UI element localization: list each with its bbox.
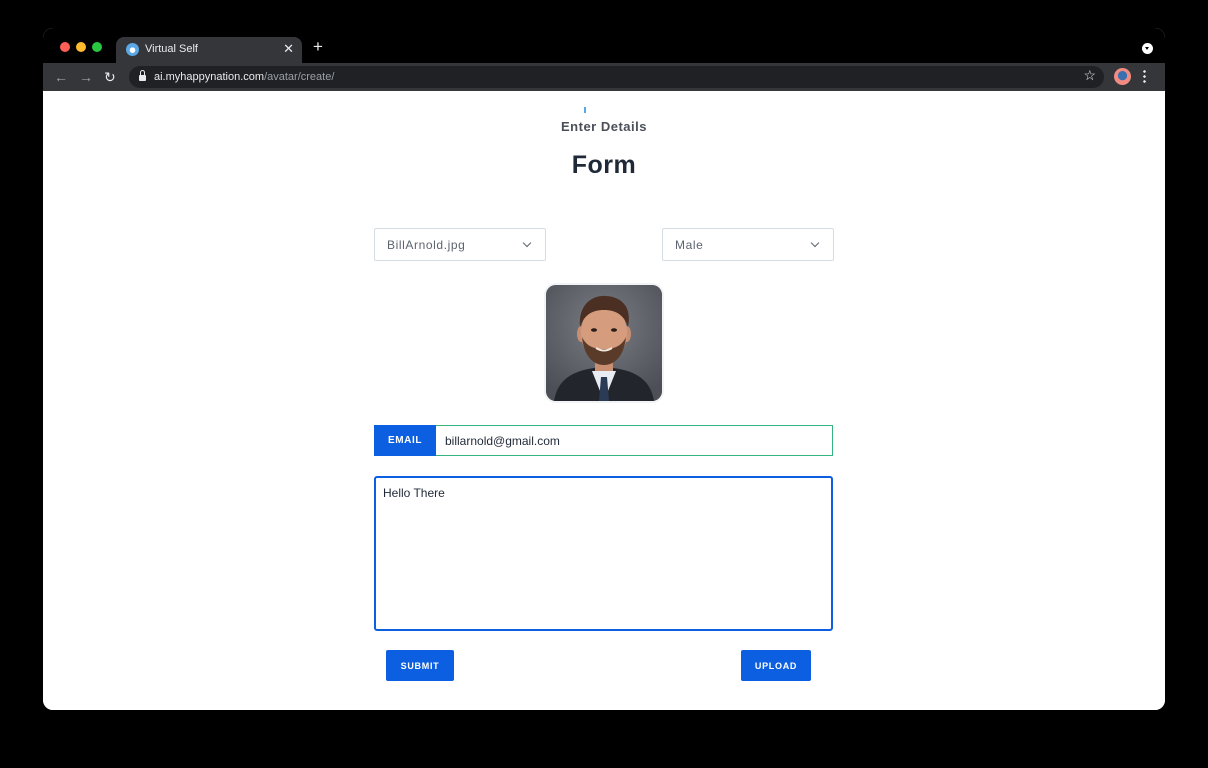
browser-tab[interactable]: Virtual Self ✕ (116, 37, 302, 63)
chevron-down-icon (810, 238, 820, 248)
profile-avatar-icon[interactable] (1114, 68, 1131, 85)
url-text[interactable]: ai.myhappynation.com/avatar/create/ (154, 71, 334, 83)
image-file-select[interactable]: BillArnold.jpg (374, 228, 546, 261)
browser-window: Virtual Self ✕ + ← → ↻ ai.myhappynation.… (43, 28, 1165, 710)
chevron-down-icon (522, 238, 532, 248)
tab-bar: Virtual Self ✕ + (43, 28, 1165, 63)
gender-select[interactable]: Male (662, 228, 834, 261)
maximize-window-button[interactable] (92, 42, 102, 52)
minimize-window-button[interactable] (76, 42, 86, 52)
upload-button[interactable]: UPLOAD (741, 650, 811, 681)
globe-favicon-icon (126, 43, 139, 56)
new-tab-icon[interactable]: + (313, 38, 323, 56)
tab-search-icon[interactable] (1142, 43, 1153, 54)
reload-icon[interactable]: ↻ (104, 68, 116, 86)
close-tab-icon[interactable]: ✕ (283, 41, 294, 57)
avatar-preview (546, 285, 662, 401)
email-field-group: EMAIL (374, 425, 833, 456)
kebab-menu-icon[interactable] (1143, 69, 1146, 83)
back-arrow-icon[interactable]: ← (54, 68, 68, 86)
forward-arrow-icon[interactable]: → (79, 68, 93, 86)
lock-icon[interactable] (139, 70, 146, 81)
url-path: /avatar/create/ (264, 71, 335, 83)
message-textarea[interactable]: Hello There (374, 476, 833, 631)
bookmark-star-icon[interactable]: ☆ (1083, 67, 1096, 84)
image-file-select-value: BillArnold.jpg (387, 238, 466, 252)
url-host: ai.myhappynation.com (154, 71, 265, 83)
page-title: Form (571, 151, 637, 179)
user-portrait-icon (546, 285, 662, 401)
step-indicator (584, 107, 586, 113)
email-label: EMAIL (374, 425, 436, 456)
tab-title: Virtual Self (145, 43, 198, 55)
page-content: Enter Details Form BillArnold.jpg Male E… (43, 91, 1165, 710)
step-label: Enter Details (561, 119, 647, 134)
submit-button[interactable]: SUBMIT (386, 650, 454, 681)
email-field[interactable] (436, 425, 833, 456)
close-window-button[interactable] (60, 42, 70, 52)
browser-toolbar: ← → ↻ ai.myhappynation.com/avatar/create… (43, 63, 1165, 91)
address-bar[interactable]: ai.myhappynation.com/avatar/create/ ☆ (129, 66, 1104, 88)
gender-select-value: Male (675, 238, 704, 252)
